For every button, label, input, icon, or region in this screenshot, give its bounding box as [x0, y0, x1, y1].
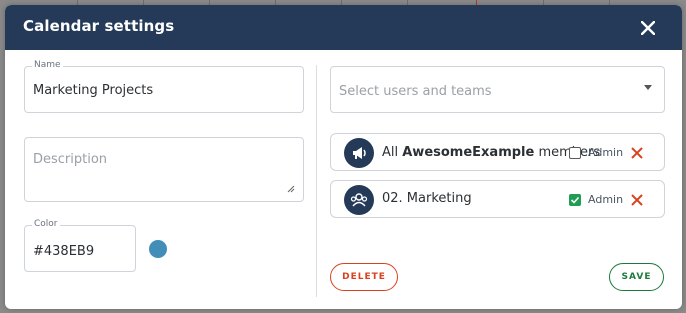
- save-button[interactable]: SAVE: [609, 263, 664, 291]
- admin-label: Admin: [588, 146, 624, 159]
- remove-member-icon[interactable]: [630, 146, 644, 160]
- color-field-label: Color: [32, 219, 60, 229]
- member-name: 02. Marketing: [382, 191, 472, 206]
- description-placeholder: Description: [33, 152, 108, 167]
- name-field-value[interactable]: Marketing Projects: [33, 83, 153, 98]
- color-swatch[interactable]: [149, 240, 167, 258]
- remove-member-icon[interactable]: [630, 193, 644, 207]
- column-divider: [316, 65, 317, 297]
- dialog-title: Calendar settings: [23, 17, 175, 35]
- dialog-header: Calendar settings: [5, 5, 682, 50]
- users-teams-placeholder: Select users and teams: [339, 84, 492, 99]
- delete-button[interactable]: DELETE: [330, 263, 398, 291]
- member-row: 02. Marketing Admin: [330, 180, 665, 218]
- member-name: All AwesomeExample members: [382, 145, 601, 160]
- name-field[interactable]: Name Marketing Projects: [24, 60, 304, 113]
- color-field-value[interactable]: #438EB9: [33, 244, 94, 259]
- team-icon: [344, 185, 374, 215]
- name-field-label: Name: [32, 60, 63, 70]
- close-icon: [640, 20, 656, 36]
- close-button[interactable]: [635, 15, 661, 41]
- member-row: All AwesomeExample members Admin: [330, 133, 665, 171]
- checkmark-icon: [570, 196, 580, 204]
- calendar-settings-dialog: Calendar settings Name Marketing Project…: [5, 5, 682, 309]
- dropdown-arrow-icon: [644, 85, 652, 90]
- admin-checkbox[interactable]: [569, 147, 581, 159]
- description-field[interactable]: Description: [24, 137, 304, 202]
- megaphone-icon: [344, 138, 374, 168]
- admin-checkbox[interactable]: [569, 194, 581, 206]
- admin-label: Admin: [588, 193, 624, 206]
- users-teams-select[interactable]: Select users and teams: [330, 66, 665, 113]
- color-field[interactable]: Color #438EB9: [24, 219, 136, 272]
- resize-handle-icon[interactable]: [287, 185, 295, 193]
